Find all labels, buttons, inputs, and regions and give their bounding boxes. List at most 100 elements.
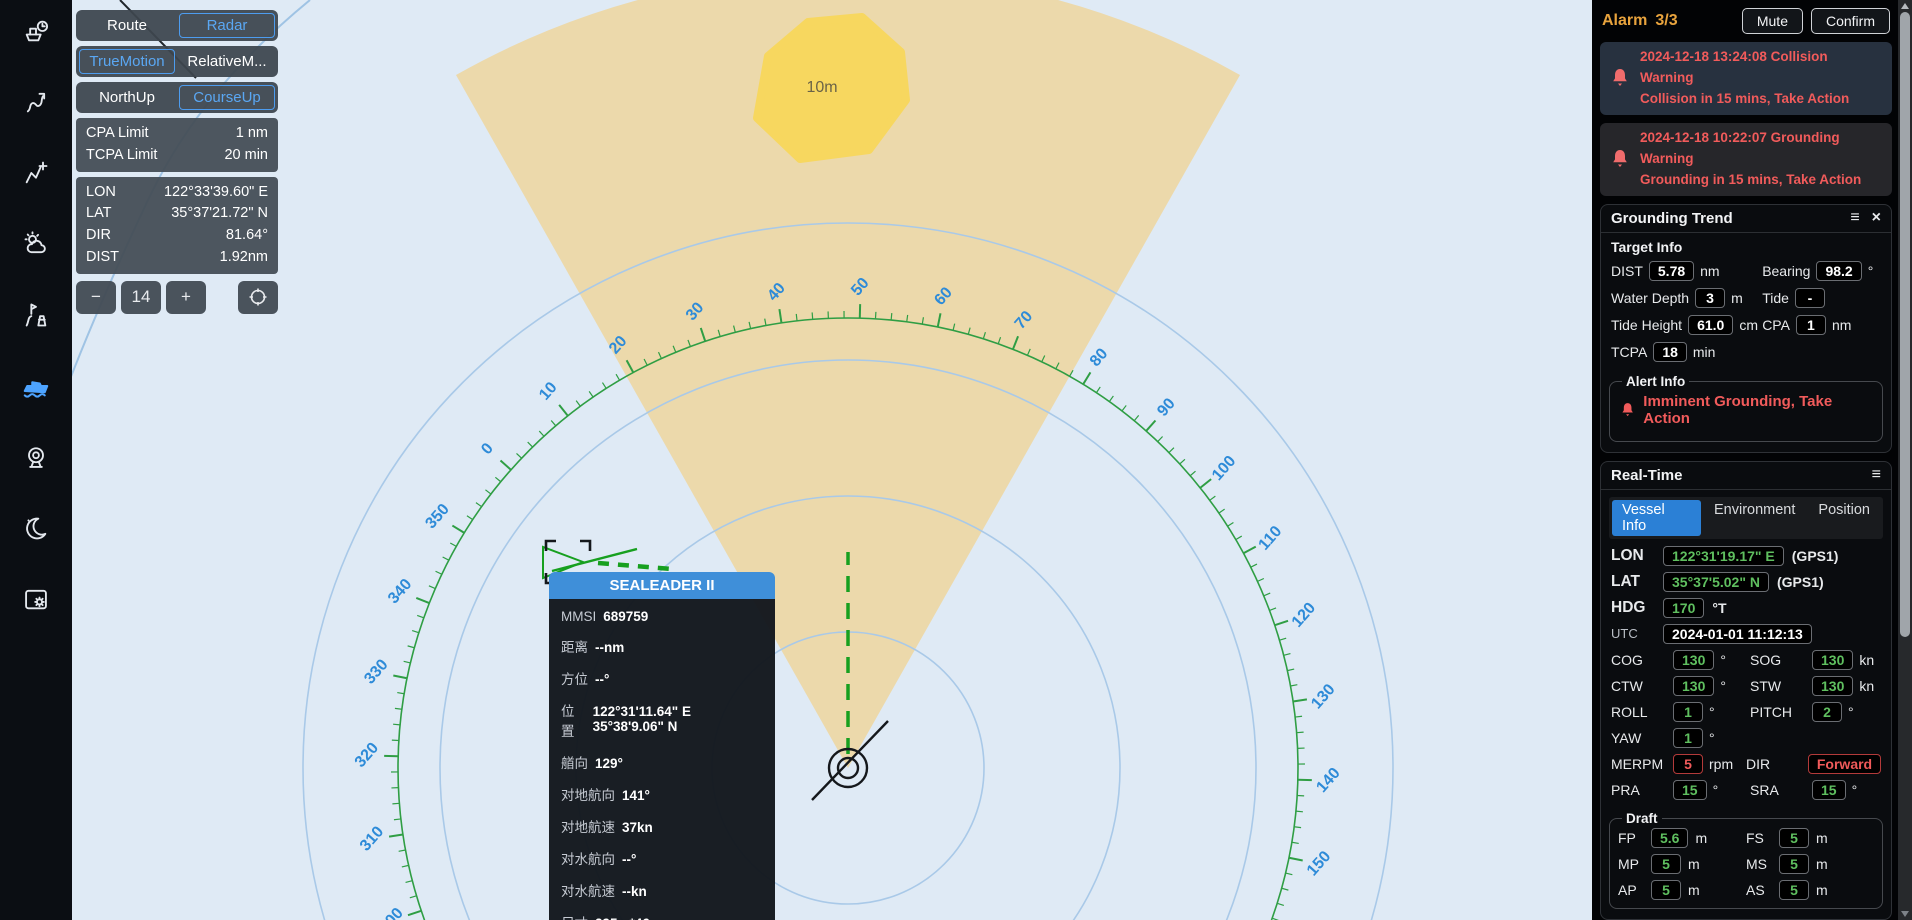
sidebar-item-route-monitor[interactable] [19, 85, 53, 119]
route-mode-button[interactable]: Route [79, 13, 175, 38]
engine-dir-value: Forward [1808, 754, 1881, 774]
vessel-popup-row-label: MMSI [561, 609, 596, 624]
close-icon[interactable]: × [1872, 210, 1881, 226]
merpm-label: MERPM [1611, 756, 1667, 772]
cursor-lat-label: LAT [86, 203, 112, 225]
lat-source: (GPS1) [1777, 574, 1824, 590]
alarm-title: Alarm [1602, 12, 1647, 30]
target-info-label: Target Info [1601, 233, 1891, 257]
gt-tide-value: - [1795, 288, 1825, 308]
real-time-tabs: Vessel Info Environment Position [1609, 497, 1883, 539]
cursor-lon-value: 122°33'39.60" E [164, 182, 268, 204]
scrollbar-thumb[interactable] [1900, 12, 1910, 637]
vessel-popup-title: SEALEADER II [549, 572, 775, 599]
vessel-popup-body: MMSI 689759 距离 --nm 方位 --° 位置 122°31'11.… [549, 599, 775, 920]
north-up-button[interactable]: NorthUp [79, 85, 175, 110]
hdg-label: HDG [1611, 599, 1655, 617]
tab-vessel-info[interactable]: Vessel Info [1612, 500, 1701, 536]
ecdis-app: 10m 010203040506070809010011012013014015… [0, 0, 1912, 920]
lon-value: 122°31'19.17" E [1663, 546, 1784, 566]
true-motion-button[interactable]: TrueMotion [79, 49, 175, 74]
compass-tick [1297, 732, 1304, 733]
motion-toggle: TrueMotion RelativeM... [76, 46, 278, 77]
cog-unit: ° [1720, 652, 1726, 668]
vessel-popup-row-value: 689759 [603, 609, 648, 624]
vessel-popup-row-value: 141° [622, 788, 650, 803]
gt-tideheight-value: 61.0 [1688, 315, 1733, 335]
tab-position[interactable]: Position [1808, 500, 1880, 536]
vessel-popup-row-value: 295m*46m [595, 916, 662, 920]
alert-message: Imminent Grounding, Take Action [1643, 393, 1872, 427]
confirm-button[interactable]: Confirm [1811, 8, 1890, 34]
vessel-popup-row-label: 对地航向 [561, 784, 615, 804]
ms-unit: m [1816, 856, 1828, 872]
vessel-popup-row-label: 对水航速 [561, 880, 615, 900]
vessel-popup-row: MMSI 689759 [549, 603, 775, 630]
utc-label: UTC [1611, 626, 1655, 641]
fp-unit: m [1695, 830, 1707, 846]
cog-label: COG [1611, 652, 1667, 668]
gt-tcpa-value: 18 [1653, 342, 1687, 362]
cursor-dir-value: 81.64° [226, 225, 268, 247]
crosshair-icon [248, 287, 268, 307]
sidebar-item-weather[interactable] [19, 227, 53, 261]
sog-value: 130 [1812, 650, 1853, 670]
mp-unit: m [1688, 856, 1700, 872]
relative-motion-button[interactable]: RelativeM... [179, 49, 275, 74]
scroll-down-arrow[interactable] [1901, 911, 1909, 917]
gt-tideheight-label: Tide Height [1611, 317, 1682, 333]
page-scrollbar[interactable] [1898, 0, 1912, 920]
vessel-popup-row-value: --kn [622, 884, 647, 899]
hdg-value: 170 [1663, 598, 1704, 618]
gt-bearing-unit: ° [1868, 263, 1874, 279]
tcpa-limit-value: 20 min [224, 145, 268, 167]
depth-label: 10m [806, 79, 837, 96]
gt-tcpa-unit: min [1693, 344, 1716, 360]
scroll-up-arrow[interactable] [1901, 3, 1909, 9]
grounding-trend-title: Grounding Trend [1611, 210, 1733, 227]
cpa-limit-label: CPA Limit [86, 123, 149, 145]
menu-icon[interactable]: ≡ [1850, 210, 1859, 226]
sidebar-item-night-mode[interactable] [19, 511, 53, 545]
tab-environment[interactable]: Environment [1704, 500, 1805, 536]
center-ship-button[interactable] [238, 281, 278, 314]
sidebar-item-route-plan[interactable] [19, 156, 53, 190]
sidebar-item-aids-to-navigation[interactable] [19, 298, 53, 332]
compass-tick [796, 314, 797, 321]
alarm-item-grounding[interactable]: 2024-12-18 10:22:07 Grounding Warning Gr… [1600, 123, 1892, 196]
sra-value: 15 [1812, 780, 1846, 800]
vessel-popup-row-value: --nm [595, 640, 624, 655]
mode-toggle: Route Radar [76, 10, 278, 41]
zoom-in-button[interactable]: + [166, 281, 206, 314]
merpm-value: 5 [1673, 754, 1703, 774]
course-up-button[interactable]: CourseUp [179, 85, 275, 110]
roll-unit: ° [1709, 704, 1715, 720]
pra-label: PRA [1611, 782, 1667, 798]
lat-label: LAT [1611, 573, 1655, 591]
alarm-item-collision[interactable]: 2024-12-18 13:24:08 Collision Warning Co… [1600, 42, 1892, 115]
sidebar-item-ship-monitor[interactable] [19, 369, 53, 403]
compass-tick [1295, 716, 1302, 717]
menu-icon[interactable]: ≡ [1872, 467, 1881, 483]
draft-legend: Draft [1622, 811, 1662, 826]
cursor-dist-label: DIST [86, 247, 119, 269]
ctw-value: 130 [1673, 676, 1714, 696]
mute-button[interactable]: Mute [1742, 8, 1803, 34]
sidebar-item-vdr[interactable] [19, 440, 53, 474]
alarm-line1: 2024-12-18 13:24:08 Collision Warning [1640, 47, 1882, 89]
sog-label: SOG [1750, 652, 1806, 668]
ctw-unit: ° [1720, 678, 1726, 694]
sidebar-item-voyage-plan[interactable] [19, 14, 53, 48]
radar-mode-button[interactable]: Radar [179, 13, 275, 38]
roll-value: 1 [1673, 702, 1703, 722]
stw-value: 130 [1812, 676, 1853, 696]
zoom-out-button[interactable]: − [76, 281, 116, 314]
ap-value: 5 [1651, 880, 1681, 900]
vessel-popup-row-label: 对地航速 [561, 816, 615, 836]
as-label: AS [1746, 882, 1772, 898]
sog-unit: kn [1859, 652, 1874, 668]
lon-source: (GPS1) [1792, 548, 1839, 564]
fs-unit: m [1816, 830, 1828, 846]
alarm-line2: Grounding in 15 mins, Take Action [1640, 170, 1882, 191]
sidebar-item-settings[interactable] [19, 582, 53, 616]
